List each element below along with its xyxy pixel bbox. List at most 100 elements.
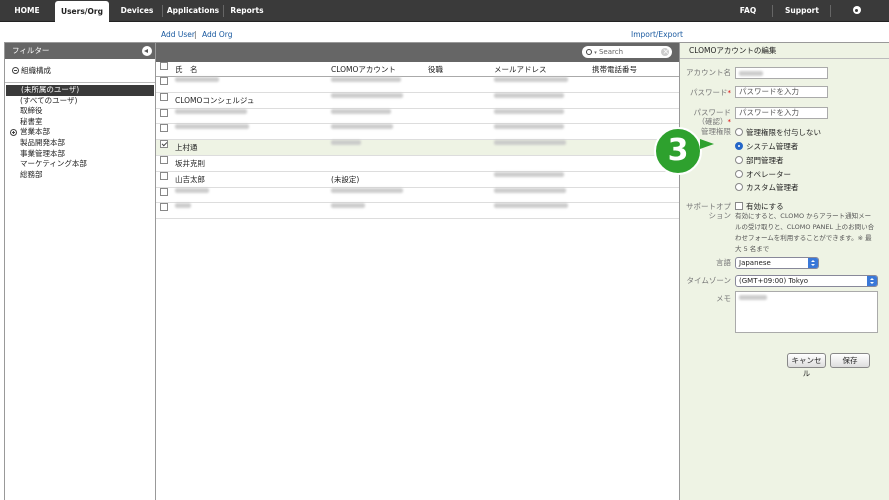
language-value: Japanese xyxy=(739,259,771,267)
blurred-value xyxy=(331,92,403,98)
expand-icon[interactable] xyxy=(10,129,17,137)
cell-name: 山吉太郎 xyxy=(175,174,205,184)
user-table-panel: ▾ Search 氏 名 CLOMOアカウント 役職 メールアドレス 携帯電話番… xyxy=(156,42,680,500)
blurred-value xyxy=(331,77,401,82)
blurred-value xyxy=(494,108,564,114)
role-none-radio[interactable]: 管理権限を付与しない xyxy=(735,128,821,138)
table-row[interactable] xyxy=(156,187,679,204)
blurred-value xyxy=(331,124,393,130)
radio-icon xyxy=(735,183,743,191)
support-option-label: サポートオプション xyxy=(686,202,731,220)
row-checkbox[interactable] xyxy=(160,187,168,196)
clear-icon[interactable] xyxy=(661,46,669,58)
radio-icon xyxy=(735,156,743,164)
add-org-link[interactable]: Add Org xyxy=(202,30,233,39)
table-row[interactable] xyxy=(156,77,679,93)
row-checkbox[interactable] xyxy=(160,124,168,133)
tab-home[interactable]: HOME xyxy=(6,0,48,22)
dropdown-caret-icon: ▾ xyxy=(594,50,597,56)
role-dept-admin-radio[interactable]: 部門管理者 xyxy=(735,156,784,166)
tab-applications[interactable]: Applications xyxy=(166,0,220,22)
tree-item-sales[interactable]: 営業本部 xyxy=(5,127,155,138)
timezone-select[interactable]: (GMT+09:00) Tokyo xyxy=(735,275,878,287)
tree-item-all-users[interactable]: (すべてのユーザ) xyxy=(5,96,155,107)
blurred-value xyxy=(331,187,403,193)
callout-arrow-icon xyxy=(700,139,714,149)
col-title[interactable]: 役職 xyxy=(428,62,443,77)
blurred-value xyxy=(175,108,247,114)
account-name-input[interactable] xyxy=(735,67,828,79)
col-name[interactable]: 氏 名 xyxy=(175,62,198,77)
filter-title: フィルター xyxy=(12,46,50,55)
select-all-checkbox[interactable] xyxy=(160,62,168,70)
add-user-link[interactable]: Add User xyxy=(161,30,195,39)
tab-users-org[interactable]: Users/Org xyxy=(55,1,109,22)
cell-name: 坂井克則 xyxy=(175,158,205,168)
support-link[interactable]: Support xyxy=(780,0,824,22)
blurred-value xyxy=(331,108,391,114)
cancel-button[interactable]: キャンセル xyxy=(787,353,826,378)
table-row[interactable] xyxy=(156,108,679,125)
row-checkbox[interactable] xyxy=(160,171,168,180)
table-row[interactable]: 坂井克則 xyxy=(156,155,679,172)
tree-item-unassigned[interactable]: (未所属のユーザ) xyxy=(6,85,154,96)
table-row[interactable] xyxy=(156,124,679,141)
import-export-link[interactable]: Import/Export xyxy=(631,30,683,39)
password-input[interactable]: パスワードを入力 xyxy=(735,86,828,98)
collapse-left-icon[interactable] xyxy=(142,46,152,56)
row-checkbox[interactable] xyxy=(160,155,168,164)
row-checkbox[interactable] xyxy=(160,92,168,101)
role-system-admin-radio[interactable]: システム管理者 xyxy=(735,142,798,152)
role-custom-admin-radio[interactable]: カスタム管理者 xyxy=(735,183,799,193)
table-row[interactable]: 山吉太郎 (未設定) xyxy=(156,171,679,188)
radio-label: システム管理者 xyxy=(746,142,799,151)
tab-devices[interactable]: Devices xyxy=(115,0,159,22)
edit-title: CLOMOアカウントの編集 xyxy=(680,43,889,59)
tree-item-secretariat[interactable]: 秘書室 xyxy=(5,117,155,128)
search-input[interactable]: ▾ Search xyxy=(582,46,672,58)
blurred-value xyxy=(175,203,191,209)
memo-textarea[interactable] xyxy=(735,291,878,333)
row-checkbox[interactable] xyxy=(160,77,168,85)
tree-item-directors[interactable]: 取締役 xyxy=(5,106,155,117)
faq-link[interactable]: FAQ xyxy=(735,0,761,22)
col-mobile[interactable]: 携帯電話番号 xyxy=(592,62,637,77)
tree-item-business-mgmt[interactable]: 事業管理本部 xyxy=(5,149,155,160)
step-number-badge: 3 xyxy=(654,127,702,175)
tree-item-marketing[interactable]: マーケティング本部 xyxy=(5,159,155,170)
password-confirm-input[interactable]: パスワードを入力 xyxy=(735,107,828,119)
blurred-value xyxy=(331,140,361,146)
tab-reports[interactable]: Reports xyxy=(226,0,268,22)
dropdown-arrow-icon xyxy=(808,258,818,268)
col-email[interactable]: メールアドレス xyxy=(494,62,547,77)
blurred-value xyxy=(494,187,566,193)
language-select[interactable]: Japanese xyxy=(735,257,819,269)
save-button[interactable]: 保存 xyxy=(830,353,870,368)
cell-account: (未設定) xyxy=(331,174,360,184)
checkbox-icon xyxy=(735,202,743,210)
table-header: 氏 名 CLOMOアカウント 役職 メールアドレス 携帯電話番号 xyxy=(156,62,679,77)
col-account[interactable]: CLOMOアカウント xyxy=(331,62,396,77)
cell-name: 上村通 xyxy=(175,143,198,153)
account-name-label: アカウント名 xyxy=(686,68,731,77)
tree-item-product-dev[interactable]: 製品開発本部 xyxy=(5,138,155,149)
language-label: 言語 xyxy=(716,258,731,267)
row-checkbox[interactable] xyxy=(160,108,168,117)
filter-panel: フィルター 組織構成 (未所属のユーザ) (すべてのユーザ) 取締役 秘書室 営… xyxy=(4,42,156,500)
row-checkbox[interactable] xyxy=(160,140,168,149)
radio-icon xyxy=(735,170,743,178)
table-row[interactable]: 上村通 xyxy=(156,140,679,156)
row-checkbox[interactable] xyxy=(160,203,168,212)
table-row[interactable]: CLOMOコンシェルジュ xyxy=(156,92,679,109)
search-bar: ▾ Search xyxy=(156,43,679,62)
tree-item-general-affairs[interactable]: 総務部 xyxy=(5,170,155,181)
blurred-value xyxy=(739,295,767,300)
table-row[interactable] xyxy=(156,203,679,220)
role-operator-radio[interactable]: オペレーター xyxy=(735,170,791,180)
settings-label: Settings xyxy=(840,28,876,37)
password-confirm-label: パスワード（確認）* xyxy=(681,108,732,127)
org-structure-section[interactable]: 組織構成 xyxy=(5,59,155,83)
filter-header: フィルター xyxy=(5,43,155,59)
blurred-value xyxy=(175,187,209,193)
settings-link[interactable]: Settings xyxy=(836,0,880,37)
